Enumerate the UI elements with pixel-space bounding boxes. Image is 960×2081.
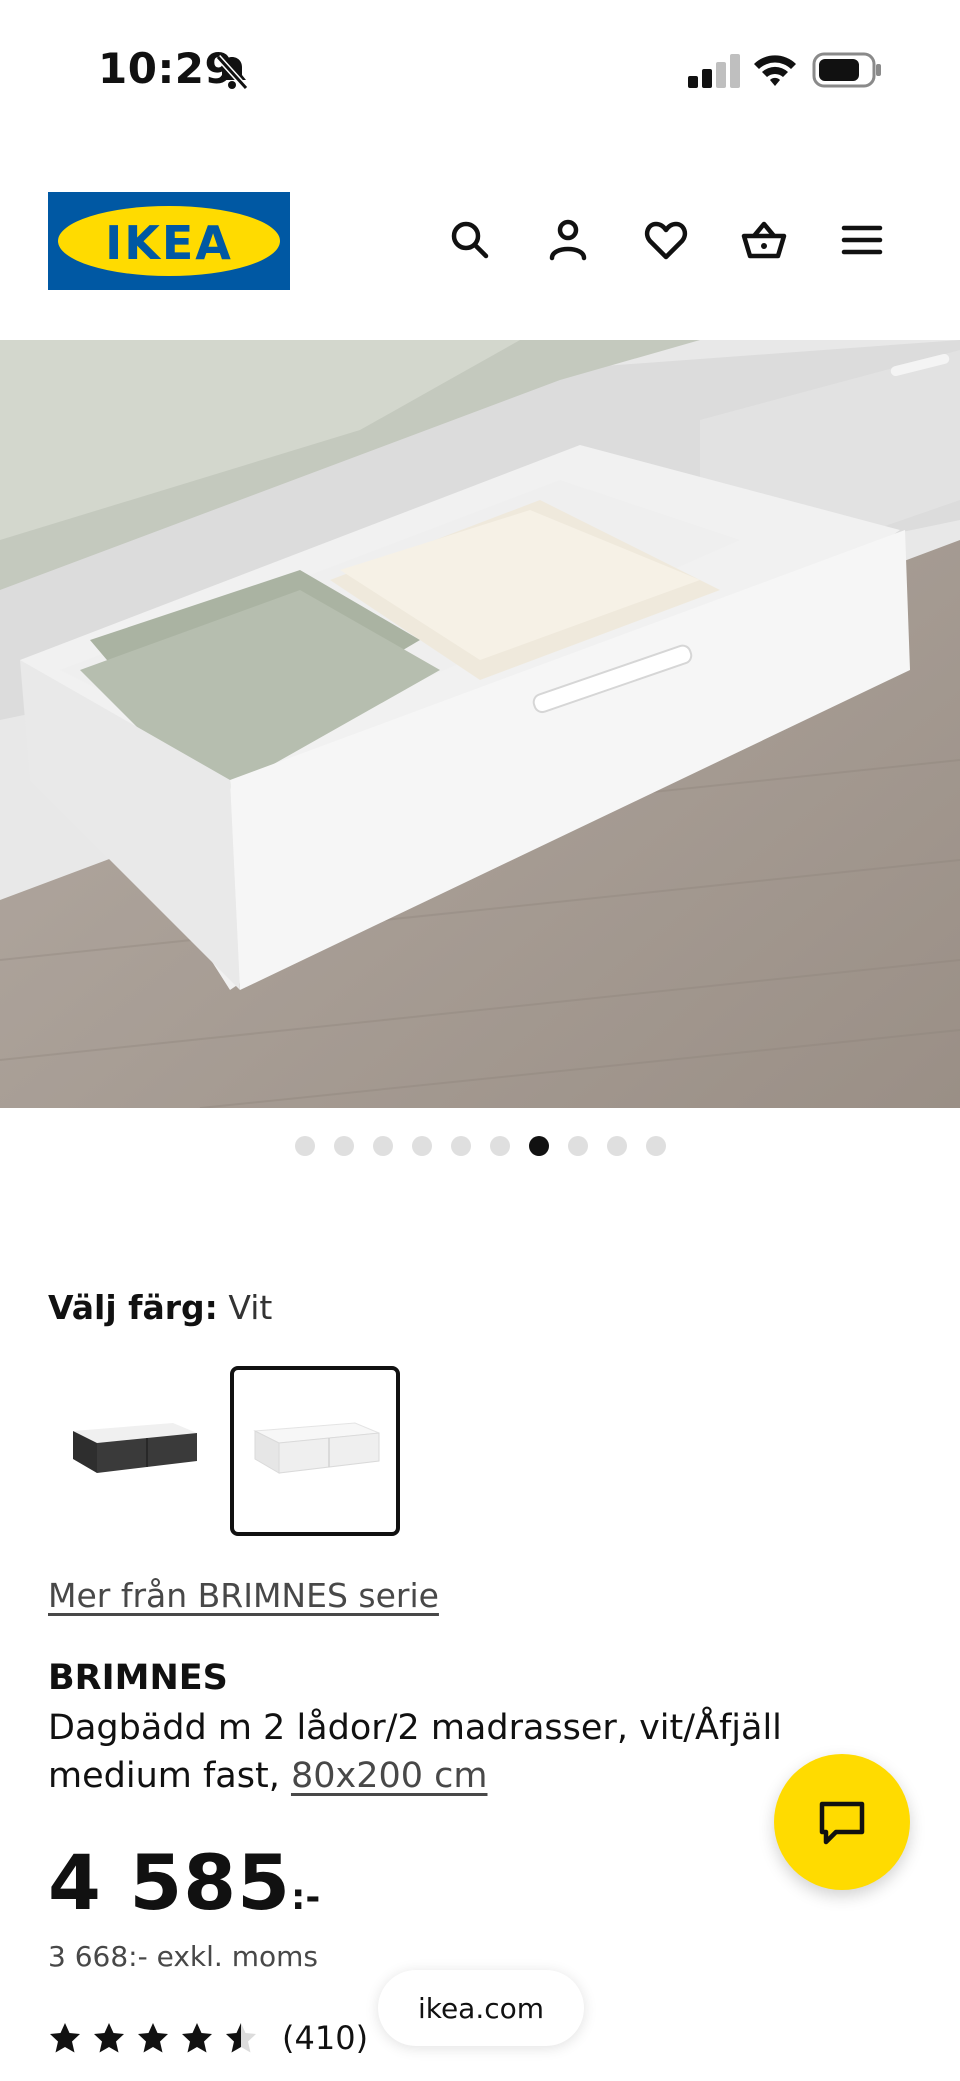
gallery-dot[interactable] [450, 1136, 471, 1156]
gallery-dot[interactable] [645, 1136, 666, 1156]
battery-icon [812, 52, 881, 88]
wifi-icon [754, 55, 796, 86]
star-half-icon [226, 2023, 256, 2053]
review-count: (410) [282, 2019, 369, 2057]
chat-button[interactable] [774, 1754, 910, 1890]
basket-icon [741, 221, 787, 259]
color-option-white[interactable] [230, 1366, 400, 1536]
search-button[interactable] [442, 212, 498, 268]
product-size-link[interactable]: 80x200 cm [291, 1756, 488, 1796]
heart-icon [644, 221, 688, 260]
bell-slash-icon [215, 54, 249, 91]
star-filled-icon [94, 2023, 124, 2053]
gallery-dot[interactable] [489, 1136, 510, 1156]
color-label-key: Välj färg: [48, 1288, 218, 1327]
search-icon [451, 221, 489, 259]
color-select-label: Välj färg: Vit [48, 1288, 272, 1327]
cart-button[interactable] [736, 212, 792, 268]
site-header: IKEA [0, 180, 960, 330]
price-excl-vat: 3 668:- exkl. moms [48, 1940, 318, 1973]
series-link[interactable]: Mer från BRIMNES serie [48, 1576, 439, 1615]
gallery-dot[interactable] [567, 1136, 588, 1156]
browser-url-pill[interactable]: ikea.com [378, 1970, 584, 2046]
status-bar: 10:29 [0, 0, 960, 140]
white-bed-thumbnail [253, 1422, 380, 1474]
gallery-dot[interactable] [294, 1136, 315, 1156]
product-page: 10:29 IKEA Välj färg: Vit Mer från BRIMN… [0, 0, 960, 2081]
ikea-logo[interactable]: IKEA [48, 192, 290, 290]
star-filled-icon [182, 2023, 212, 2053]
black-brown-bed-thumbnail [73, 1423, 197, 1473]
gallery-dot-active[interactable] [528, 1136, 549, 1156]
star-filled-icon [50, 2023, 80, 2053]
wishlist-button[interactable] [638, 212, 694, 268]
chat-bubble-icon [819, 1801, 865, 1845]
star-filled-icon [138, 2023, 168, 2053]
bed-drawer-photo [0, 340, 960, 1108]
gallery-dot[interactable] [606, 1136, 627, 1156]
gallery-dot[interactable] [411, 1136, 432, 1156]
rating[interactable]: (410) [48, 2016, 368, 2060]
price-suffix: :- [290, 1877, 321, 1918]
menu-button[interactable] [834, 212, 890, 268]
menu-icon [841, 225, 883, 255]
logo-text: IKEA [105, 216, 233, 270]
user-icon [549, 219, 587, 261]
product-description: Dagbädd m 2 lådor/2 madrasser, vit/Åfjäl… [48, 1704, 808, 1800]
cellular-signal-icon [688, 54, 740, 88]
account-button[interactable] [540, 212, 596, 268]
browser-url: ikea.com [417, 1991, 545, 2025]
color-option-black-brown[interactable] [48, 1366, 218, 1536]
color-label-value: Vit [228, 1288, 273, 1327]
price: 4 585:- [48, 1838, 320, 1927]
gallery-dot[interactable] [333, 1136, 354, 1156]
gallery-dot[interactable] [372, 1136, 393, 1156]
product-image[interactable] [0, 340, 960, 1108]
gallery-pagination[interactable] [0, 1136, 960, 1160]
price-amount: 4 585 [48, 1838, 291, 1927]
product-name: BRIMNES [48, 1658, 228, 1698]
